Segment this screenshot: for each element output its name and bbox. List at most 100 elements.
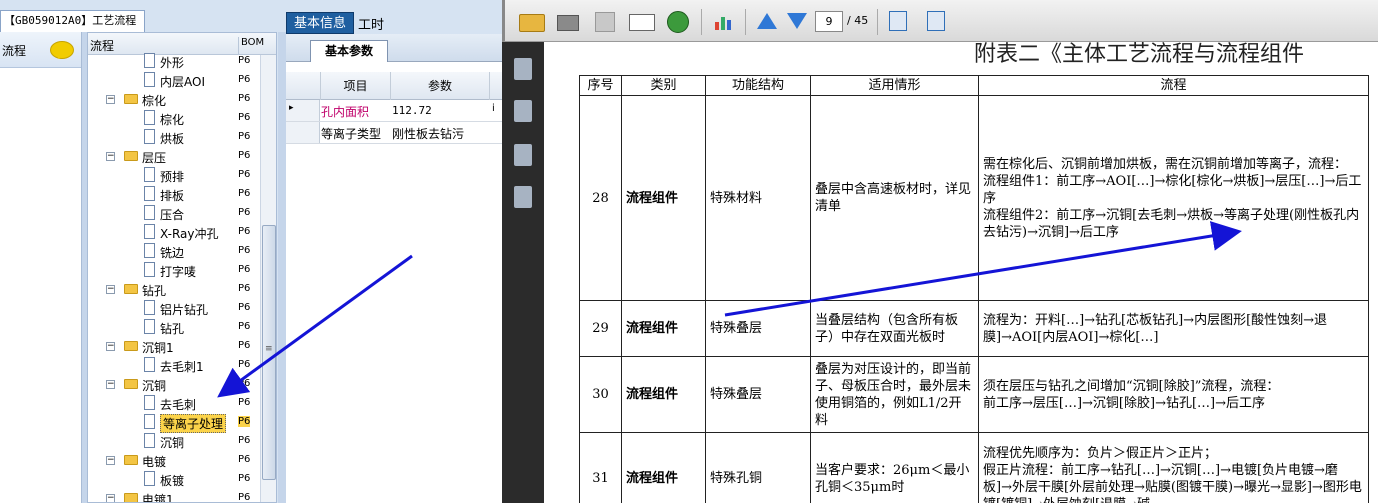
annotations-icon[interactable] [514, 144, 532, 166]
tree-item[interactable]: 排板 P6 [88, 185, 260, 204]
tree-item-bom: P6 [238, 55, 251, 66]
params-grid-header: 项目 参数 [286, 72, 502, 100]
fit-width-icon[interactable] [889, 11, 907, 31]
grid-col-item[interactable]: 项目 [320, 72, 390, 100]
tree-item[interactable]: 打字唛 P6 [88, 261, 260, 280]
collapse-toggle-icon[interactable]: − [106, 342, 115, 351]
tree-item[interactable]: 压合 P6 [88, 204, 260, 223]
tree-item[interactable]: 烘板 P6 [88, 128, 260, 147]
bookmarks-icon[interactable] [514, 100, 532, 122]
tree-scrollbar[interactable]: ≡ [260, 55, 276, 502]
cell-case: 叠层为对压设计的，即当前子、母板压合时，最外层未使用铜箔的，例如L1/2开料 [810, 356, 979, 433]
tree-item[interactable]: 预排 P6 [88, 166, 260, 185]
next-page-icon[interactable] [787, 13, 807, 29]
save-icon[interactable] [595, 12, 615, 32]
tree-item[interactable]: 棕化 P6 [88, 109, 260, 128]
tree-item-bom: P6 [238, 397, 251, 408]
document-icon [144, 243, 155, 258]
grid-cell-value[interactable]: 刚性板去钻污 [392, 125, 464, 142]
open-folder-icon[interactable] [519, 14, 545, 32]
tree-scrollbar-thumb[interactable]: ≡ [262, 225, 276, 480]
tree-item-label: 电镀 [142, 455, 167, 469]
chat-bubble-icon[interactable] [50, 41, 74, 59]
fit-page-icon[interactable] [927, 11, 945, 31]
tree-item[interactable]: 等离子处理 P6 [88, 413, 260, 433]
tree-item-label: 钻孔 [142, 284, 167, 298]
tab-work-hours[interactable]: 工时 [358, 14, 384, 33]
tree-item[interactable]: 沉铜 P6 [88, 432, 260, 451]
window-title-tab[interactable]: 【GB059012A0】工艺流程 [0, 10, 145, 32]
tree-item[interactable]: − 沉铜 P6 [88, 375, 260, 394]
splitter-right[interactable] [278, 32, 286, 503]
grid-cell-item[interactable]: 孔内面积 [321, 103, 389, 120]
tree-item[interactable]: 铣边 P6 [88, 242, 260, 261]
document-icon [144, 262, 155, 277]
table-row[interactable]: 等离子类型 刚性板去钻污 [286, 122, 502, 144]
cell-function: 特殊孔铜 [705, 432, 811, 503]
collapse-toggle-icon[interactable]: − [106, 152, 115, 161]
tree-item[interactable]: 钻孔 P6 [88, 318, 260, 337]
tree-item[interactable]: 外形 P6 [88, 52, 260, 71]
print-icon[interactable] [557, 15, 579, 31]
grid-cell-value[interactable]: 112.72 [392, 104, 432, 117]
pages-icon[interactable] [514, 58, 532, 80]
document-icon [144, 395, 155, 410]
tree-item-label: 沉铜 [142, 379, 167, 393]
tab-basic-info[interactable]: 基本信息 [286, 12, 354, 34]
header-cell: 功能结构 [705, 75, 811, 96]
tree-item[interactable]: 板镀 P6 [88, 470, 260, 489]
folder-icon [124, 493, 138, 502]
table-row: 30 流程组件 特殊叠层 叠层为对压设计的，即当前子、母板压合时，最外层未使用铜… [579, 356, 1369, 433]
tree-item[interactable]: 内层AOI P6 [88, 71, 260, 90]
document-icon [144, 319, 155, 334]
document-icon [144, 300, 155, 315]
tree-item[interactable]: − 电镀1 P6 [88, 489, 260, 503]
tree-item[interactable]: − 棕化 P6 [88, 90, 260, 109]
collapse-toggle-icon[interactable]: − [106, 494, 115, 502]
tree-item-bom: P6 [238, 131, 251, 142]
cell-case: 当客户要求：26μm＜最小孔铜＜35μm时 [810, 432, 979, 503]
tree-item-bom: P6 [238, 302, 251, 313]
grid-cell-item[interactable]: 等离子类型 [321, 125, 389, 142]
tree-item[interactable]: 铝片钻孔 P6 [88, 299, 260, 318]
grid-col-value[interactable]: 参数 [390, 72, 490, 100]
detail-pane: 基本信息 工时 基本参数 项目 参数 ▸ 孔内面积 112.72 i 等离子类型… [286, 10, 502, 503]
collapse-toggle-icon[interactable]: − [106, 95, 115, 104]
tree-item-label: 层压 [142, 151, 167, 165]
tree-item-bom: P6 [238, 359, 251, 370]
tree-item-bom: P6 [238, 492, 251, 503]
collapse-toggle-icon[interactable]: − [106, 456, 115, 465]
tree-item-label: 铝片钻孔 [160, 303, 209, 317]
tree-item-label: 电镀1 [142, 493, 174, 503]
previous-page-icon[interactable] [757, 13, 777, 29]
structure-tree-icon[interactable] [514, 186, 532, 208]
tree-item[interactable]: 去毛刺 P6 [88, 394, 260, 413]
tree-item[interactable]: − 层压 P6 [88, 147, 260, 166]
tree-item[interactable]: − 钻孔 P6 [88, 280, 260, 299]
page-number-input[interactable]: 9 [815, 11, 843, 32]
folder-icon [124, 379, 138, 389]
tree-item[interactable]: X-Ray冲孔 P6 [88, 223, 260, 242]
collapse-toggle-icon[interactable]: − [106, 380, 115, 389]
header-cell: 流程 [978, 75, 1369, 96]
tree-item[interactable]: − 电镀 P6 [88, 451, 260, 470]
viewer-side-strip [502, 42, 544, 503]
email-icon[interactable] [629, 14, 655, 31]
params-grid: 项目 参数 ▸ 孔内面积 112.72 i 等离子类型 刚性板去钻污 [286, 72, 502, 144]
document-icon [144, 167, 155, 182]
collapse-toggle-icon[interactable]: − [106, 285, 115, 294]
document-page[interactable]: 附表二《主体工艺流程与流程组件 序号 类别 功能结构 适用情形 流程 28 流程… [544, 42, 1378, 503]
tree-item[interactable]: − 沉铜1 P6 [88, 337, 260, 356]
chart-tool-icon[interactable] [713, 13, 733, 31]
tree-item-label: 压合 [160, 208, 185, 222]
web-globe-icon[interactable] [667, 11, 689, 33]
tree-item-bom: P6 [238, 283, 251, 294]
document-icon [144, 186, 155, 201]
header-cell: 类别 [621, 75, 706, 96]
tree-item-label: 沉铜 [160, 436, 185, 450]
cell-no: 29 [579, 300, 622, 357]
cell-case: 当叠层结构（包含所有板子）中存在双面光板时 [810, 300, 979, 357]
tree-item[interactable]: 去毛刺1 P6 [88, 356, 260, 375]
subtab-basic-params[interactable]: 基本参数 [310, 40, 388, 62]
table-row[interactable]: ▸ 孔内面积 112.72 i [286, 100, 502, 122]
